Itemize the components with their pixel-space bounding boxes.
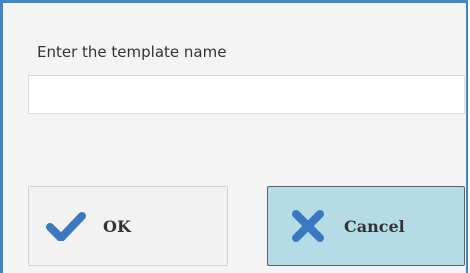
template-name-prompt: Enter the template name	[37, 43, 227, 61]
template-name-input[interactable]	[28, 75, 465, 114]
ok-button-label: OK	[103, 216, 131, 236]
cancel-button-label: Cancel	[344, 216, 405, 236]
cancel-button[interactable]: Cancel	[267, 186, 465, 266]
ok-button[interactable]: OK	[28, 186, 228, 266]
template-name-dialog: Enter the template name OK Cancel	[0, 0, 468, 273]
checkmark-icon	[46, 211, 86, 241]
x-icon	[290, 208, 326, 244]
